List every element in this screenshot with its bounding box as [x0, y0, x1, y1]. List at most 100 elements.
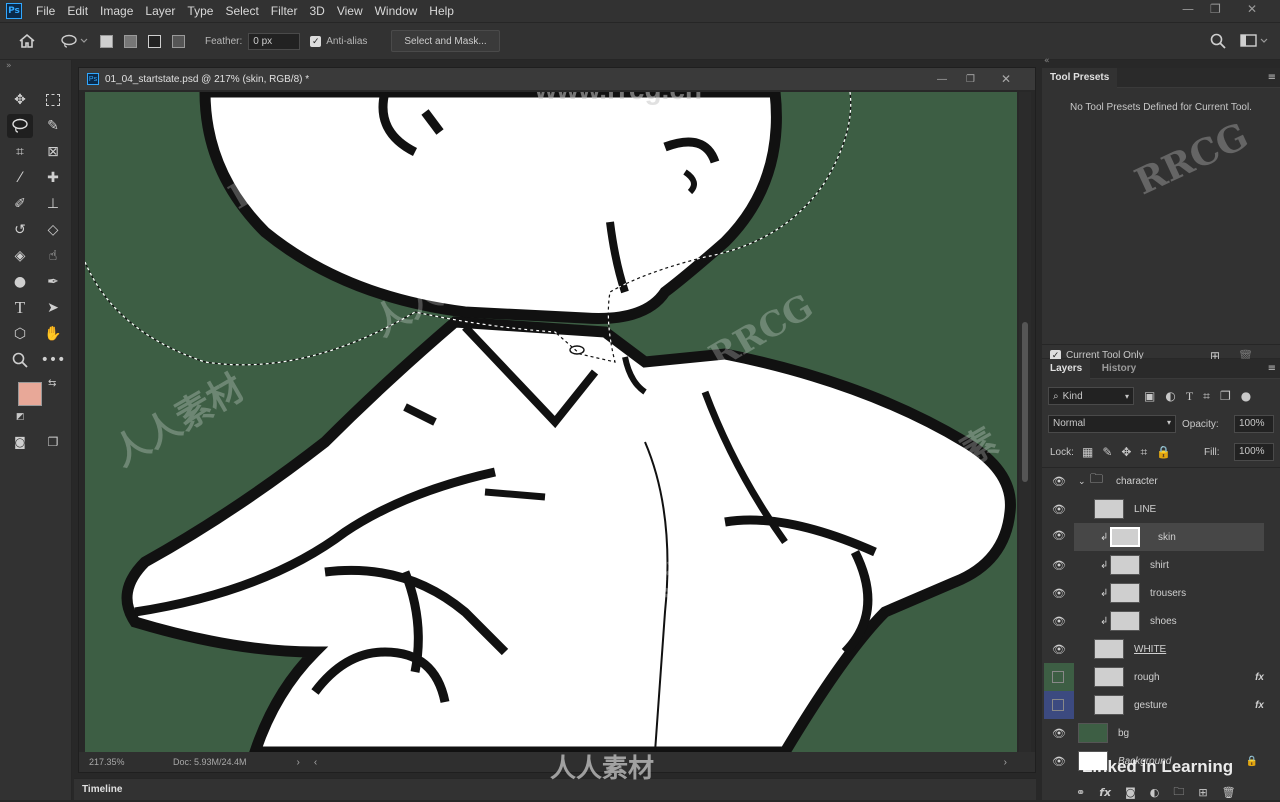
- clone-stamp-icon[interactable]: ⊥: [40, 192, 66, 216]
- visibility-toggle-off[interactable]: [1052, 671, 1064, 683]
- menu-select[interactable]: Select: [219, 4, 264, 18]
- add-style-icon[interactable]: fx: [1099, 786, 1111, 799]
- zoom-level[interactable]: 217.35%: [89, 757, 173, 767]
- select-and-mask-button[interactable]: Select and Mask...: [391, 30, 500, 52]
- minimize-button[interactable]: —: [1182, 2, 1194, 16]
- visibility-eye-icon[interactable]: 👁: [1052, 615, 1066, 628]
- restore-button[interactable]: ❐: [1210, 2, 1221, 16]
- layers-menu-icon[interactable]: ≡: [1268, 363, 1276, 374]
- fill-input[interactable]: 100%: [1234, 443, 1274, 461]
- link-layers-icon[interactable]: ⚭: [1076, 786, 1085, 799]
- doc-close-button[interactable]: ✕: [1001, 72, 1011, 86]
- feather-input[interactable]: 0 px: [248, 32, 301, 50]
- visibility-eye-icon[interactable]: 👁: [1052, 587, 1066, 600]
- filter-pixel-icon[interactable]: ▣: [1144, 389, 1155, 404]
- visibility-eye-icon[interactable]: 👁: [1052, 503, 1066, 516]
- visibility-eye-icon[interactable]: 👁: [1052, 559, 1066, 572]
- menu-file[interactable]: File: [30, 4, 61, 18]
- layer-row-gesture[interactable]: gesture fx: [1042, 691, 1268, 719]
- subtract-selection-icon[interactable]: [148, 34, 161, 48]
- kind-filter-dropdown[interactable]: ⌕ Kind ▾: [1048, 387, 1134, 405]
- new-group-icon[interactable]: 🗀: [1173, 783, 1184, 802]
- photoshop-logo-icon[interactable]: Ps: [6, 3, 22, 19]
- add-selection-icon[interactable]: [124, 34, 137, 48]
- vertical-scrollbar[interactable]: [1019, 92, 1031, 752]
- visibility-eye-icon[interactable]: 👁: [1052, 475, 1066, 488]
- search-icon[interactable]: [1210, 33, 1226, 49]
- lasso-tool-icon[interactable]: [7, 114, 33, 138]
- visibility-eye-icon[interactable]: 👁: [1052, 643, 1066, 656]
- eraser-icon[interactable]: ◇: [40, 218, 66, 242]
- filter-toggle-icon[interactable]: ●: [1241, 389, 1251, 404]
- adjustment-layer-icon[interactable]: ◐: [1150, 786, 1160, 799]
- timeline-tab[interactable]: Timeline: [82, 784, 122, 795]
- visibility-eye-icon[interactable]: 👁: [1052, 727, 1066, 740]
- menu-view[interactable]: View: [331, 4, 369, 18]
- quick-mask-icon[interactable]: ◙: [7, 430, 33, 454]
- magic-wand-icon[interactable]: ✎: [40, 114, 66, 138]
- menu-3d[interactable]: 3D: [303, 4, 330, 18]
- filter-type-icon[interactable]: T: [1186, 389, 1193, 404]
- document-tab[interactable]: Ps 01_04_startstate.psd @ 217% (skin, RG…: [79, 68, 1035, 90]
- visibility-eye-icon[interactable]: 👁: [1052, 529, 1066, 542]
- intersect-selection-icon[interactable]: [172, 34, 185, 48]
- layer-row-trousers[interactable]: 👁 ↲ trousers: [1042, 579, 1268, 607]
- status-menu-arrow-icon[interactable]: ›: [297, 757, 300, 768]
- zoom-tool-icon[interactable]: [7, 348, 33, 372]
- layer-row-character[interactable]: 👁 ⌄ 🗀 character: [1042, 467, 1268, 495]
- lock-artboard-icon[interactable]: ⌗: [1140, 445, 1147, 460]
- scroll-right-icon[interactable]: ›: [1004, 757, 1007, 768]
- fx-icon[interactable]: fx: [1255, 700, 1264, 711]
- frame-tool-icon[interactable]: ⊠: [40, 140, 66, 164]
- brush-tool-icon[interactable]: ✐: [7, 192, 33, 216]
- history-brush-icon[interactable]: ↺: [7, 218, 33, 242]
- menu-type[interactable]: Type: [181, 4, 219, 18]
- delete-layer-icon[interactable]: 🗑: [1222, 786, 1236, 799]
- lock-all-icon[interactable]: 🔒: [1156, 445, 1171, 460]
- layer-row-shirt[interactable]: 👁 ↲ shirt: [1042, 551, 1268, 579]
- lock-transparent-icon[interactable]: ▦: [1082, 445, 1093, 460]
- screen-mode-icon[interactable]: ❐: [40, 430, 66, 454]
- crop-tool-icon[interactable]: ⌗: [7, 140, 33, 164]
- history-tab[interactable]: History: [1094, 359, 1144, 379]
- visibility-toggle-off[interactable]: [1052, 699, 1064, 711]
- default-colors-icon[interactable]: ◩: [16, 412, 25, 422]
- blend-mode-dropdown[interactable]: Normal ▾: [1048, 415, 1176, 433]
- dodge-tool-icon[interactable]: ●: [7, 270, 33, 294]
- layer-row-skin[interactable]: ↲ skin: [1074, 523, 1264, 551]
- group-expand-icon[interactable]: ⌄: [1078, 476, 1086, 487]
- lock-pixels-icon[interactable]: ✎: [1102, 445, 1112, 460]
- scroll-left-icon[interactable]: ‹: [314, 757, 317, 768]
- menu-image[interactable]: Image: [94, 4, 139, 18]
- panel-collapse-icon[interactable]: «: [1044, 56, 1050, 66]
- filter-adjustment-icon[interactable]: ◐: [1165, 389, 1175, 404]
- workspace-icon[interactable]: [1240, 33, 1268, 49]
- opacity-input[interactable]: 100%: [1234, 415, 1274, 433]
- layer-row-line[interactable]: 👁 LINE: [1042, 495, 1268, 523]
- tool-presets-tab[interactable]: Tool Presets: [1042, 68, 1118, 88]
- layer-row-rough[interactable]: rough fx: [1042, 663, 1268, 691]
- filter-smart-icon[interactable]: ❐: [1220, 389, 1231, 404]
- swap-colors-icon[interactable]: ⇆: [48, 378, 56, 389]
- doc-restore-button[interactable]: ❐: [966, 74, 975, 85]
- layers-tab[interactable]: Layers: [1042, 359, 1091, 379]
- type-tool-icon[interactable]: T: [7, 296, 33, 320]
- smudge-tool-icon[interactable]: ☝: [40, 244, 66, 268]
- move-tool-icon[interactable]: ✥: [7, 88, 33, 112]
- menu-layer[interactable]: Layer: [139, 4, 181, 18]
- doc-minimize-button[interactable]: —: [937, 74, 947, 85]
- fx-icon[interactable]: fx: [1255, 672, 1264, 683]
- more-tools-icon[interactable]: •••: [40, 348, 66, 372]
- scroll-thumb[interactable]: [1022, 322, 1028, 482]
- layer-row-white[interactable]: 👁 WHITE: [1042, 635, 1268, 663]
- menu-filter[interactable]: Filter: [265, 4, 304, 18]
- path-selection-icon[interactable]: ➤: [40, 296, 66, 320]
- pen-tool-icon[interactable]: ✒: [40, 270, 66, 294]
- foreground-color-swatch[interactable]: [18, 382, 42, 406]
- eyedropper-icon[interactable]: ⁄: [7, 166, 33, 190]
- layer-row-shoes[interactable]: 👁 ↲ shoes: [1042, 607, 1268, 635]
- marquee-tool-icon[interactable]: [40, 88, 66, 112]
- filter-shape-icon[interactable]: ⌗: [1203, 389, 1210, 404]
- new-layer-icon[interactable]: ⊞: [1198, 786, 1207, 799]
- hand-tool-icon[interactable]: ✋: [40, 322, 66, 346]
